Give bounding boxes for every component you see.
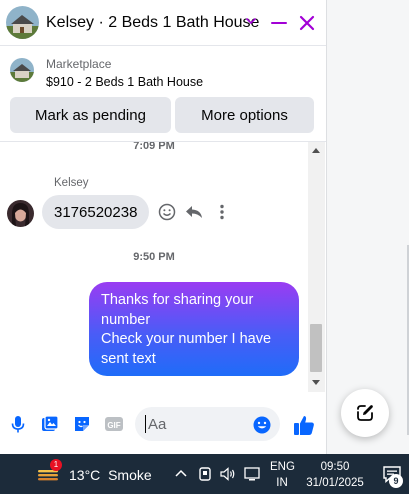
speaker-icon[interactable] bbox=[219, 465, 237, 483]
avatar[interactable] bbox=[7, 200, 34, 227]
scroll-thumb[interactable] bbox=[310, 324, 322, 372]
clock-time: 09:50 bbox=[320, 461, 350, 473]
region-code: IN bbox=[276, 477, 288, 489]
scroll-down-arrow[interactable] bbox=[312, 380, 320, 385]
marketplace-label: Marketplace bbox=[46, 57, 112, 71]
compose-icon bbox=[357, 405, 373, 421]
language-indicator[interactable]: ENG IN bbox=[270, 459, 295, 491]
scrollbar[interactable] bbox=[308, 142, 325, 392]
notification-badge: 9 bbox=[389, 474, 403, 488]
like-icon[interactable] bbox=[292, 413, 316, 437]
chat-title[interactable]: Kelsey · 2 Beds 1 Bath House bbox=[46, 14, 259, 32]
gif-icon[interactable]: GIF bbox=[104, 414, 124, 434]
device-icon[interactable] bbox=[196, 465, 214, 483]
chat-header: Kelsey · 2 Beds 1 Bath House bbox=[0, 0, 326, 46]
chevron-up-icon[interactable] bbox=[172, 465, 190, 483]
weather-temp: 13°C bbox=[69, 467, 101, 483]
message-line: number bbox=[101, 311, 151, 328]
listing-thumbnail bbox=[10, 58, 34, 82]
listing-summary: $910 - 2 Beds 1 Bath House bbox=[46, 75, 204, 89]
emoji-icon[interactable] bbox=[252, 415, 272, 435]
background-panel bbox=[326, 0, 409, 454]
message-line: Check your number I have bbox=[101, 331, 272, 347]
text-caret bbox=[145, 415, 146, 433]
clock-date: 31/01/2025 bbox=[306, 477, 364, 489]
outgoing-message[interactable]: Thanks for sharing your number Check you… bbox=[89, 282, 299, 376]
sticker-icon[interactable] bbox=[72, 414, 92, 434]
input-placeholder: Aa bbox=[148, 416, 167, 433]
chat-window: Kelsey · 2 Beds 1 Bath House Marketplace… bbox=[0, 0, 326, 454]
language-code: ENG bbox=[270, 461, 295, 473]
composer: GIF Aa bbox=[0, 394, 326, 454]
message-line: sent text bbox=[101, 350, 156, 367]
new-message-button[interactable] bbox=[341, 389, 389, 437]
close-icon[interactable] bbox=[296, 12, 318, 34]
weather-widget[interactable]: 13°C Smoke bbox=[69, 467, 152, 483]
scroll-up-arrow[interactable] bbox=[312, 148, 320, 153]
taskbar: 1 13°C Smoke ENG IN 09:50 31/01/2025 9 bbox=[0, 454, 409, 494]
message-line: Thanks for sharing your bbox=[101, 292, 254, 308]
weather-alert-badge: 1 bbox=[50, 459, 62, 471]
emoji-react-icon[interactable] bbox=[157, 202, 177, 222]
weather-desc: Smoke bbox=[108, 467, 152, 483]
marketplace-listing[interactable]: Marketplace $910 - 2 Beds 1 Bath House bbox=[0, 48, 326, 96]
reply-icon[interactable] bbox=[184, 202, 204, 222]
listing-avatar[interactable] bbox=[6, 6, 39, 39]
chevron-down-icon[interactable] bbox=[244, 14, 258, 28]
network-icon[interactable] bbox=[243, 465, 261, 483]
timestamp: 9:50 PM bbox=[133, 251, 175, 263]
timestamp: 7:09 PM bbox=[133, 142, 175, 152]
minimize-button[interactable] bbox=[268, 13, 290, 33]
message-list: 7:09 PM Kelsey 3176520238 9:50 PM Thanks bbox=[0, 142, 308, 392]
mark-pending-button[interactable]: Mark as pending bbox=[10, 97, 171, 133]
photo-icon[interactable] bbox=[40, 414, 60, 434]
more-options-button[interactable]: More options bbox=[175, 97, 314, 133]
sender-name: Kelsey bbox=[54, 177, 89, 189]
more-vertical-icon[interactable] bbox=[212, 202, 232, 222]
microphone-icon[interactable] bbox=[8, 414, 28, 434]
incoming-message[interactable]: 3176520238 bbox=[42, 195, 150, 229]
clock[interactable]: 09:50 31/01/2025 bbox=[304, 459, 366, 491]
svg-text:GIF: GIF bbox=[107, 421, 120, 430]
